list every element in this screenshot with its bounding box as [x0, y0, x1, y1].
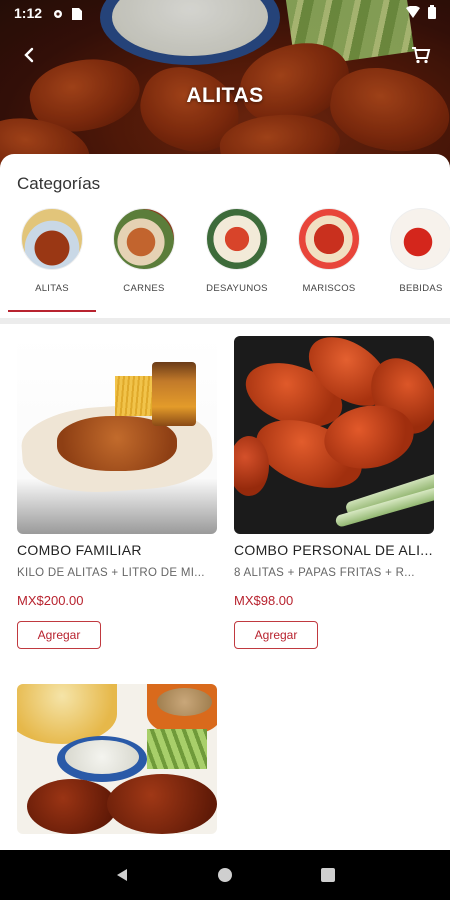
- nav-recents-icon[interactable]: [313, 860, 343, 890]
- gear-icon: [52, 7, 64, 19]
- category-mariscos[interactable]: MARISCOS: [284, 208, 374, 294]
- section-divider: [0, 318, 450, 324]
- product-price: MX$98.00: [234, 593, 294, 608]
- system-nav-bar: [0, 850, 450, 900]
- category-list: ALITAS CARNES DESAYUNOS MARISCOS BEBIDAS: [0, 208, 450, 316]
- category-alitas-image: [21, 208, 83, 270]
- category-mariscos-image: [298, 208, 360, 270]
- category-carnes[interactable]: CARNES: [99, 208, 189, 294]
- product-name: COMBO FAMILIAR: [17, 542, 142, 558]
- categories-heading: Categorías: [17, 174, 101, 193]
- add-to-cart-button[interactable]: Agregar: [17, 621, 101, 649]
- category-label: CARNES: [123, 283, 165, 294]
- selected-category-indicator: [8, 310, 96, 312]
- content-sheet: Categorías ALITAS CARNES DESAYUNOS MARIS…: [0, 154, 450, 850]
- back-arrow-icon: [22, 47, 36, 68]
- category-carnes-image: [113, 208, 175, 270]
- back-button[interactable]: [14, 42, 44, 72]
- category-alitas[interactable]: ALITAS: [7, 208, 97, 294]
- page-title: ALITAS: [186, 84, 264, 107]
- product-image: [17, 684, 217, 834]
- product-description: 8 ALITAS + PAPAS FRITAS + R...: [234, 567, 415, 579]
- battery-icon: [428, 4, 436, 22]
- product-description: KILO DE ALITAS + LITRO DE MI...: [17, 567, 205, 579]
- product-image: [17, 336, 217, 534]
- product-image: [234, 336, 434, 534]
- category-desayunos-image: [206, 208, 268, 270]
- product-name: COMBO PERSONAL DE ALI...: [234, 542, 433, 558]
- product-price: MX$200.00: [17, 593, 84, 608]
- status-time: 1:12: [14, 5, 43, 21]
- nav-home-icon[interactable]: [210, 860, 240, 890]
- product-card[interactable]: COMBO FAMILIAR KILO DE ALITAS + LITRO DE…: [17, 336, 217, 649]
- category-label: DESAYUNOS: [206, 283, 268, 294]
- nav-back-icon[interactable]: [107, 860, 137, 890]
- cart-button[interactable]: [406, 42, 436, 72]
- sim-card-icon: [72, 7, 84, 20]
- cart-icon: [411, 46, 431, 69]
- category-desayunos[interactable]: DESAYUNOS: [192, 208, 282, 294]
- status-bar: 1:12: [0, 0, 450, 26]
- wifi-icon: [406, 5, 420, 21]
- category-bebidas-image: [390, 208, 450, 270]
- add-to-cart-button[interactable]: Agregar: [234, 621, 318, 649]
- category-bebidas[interactable]: BEBIDAS: [376, 208, 450, 294]
- product-card[interactable]: [17, 684, 217, 834]
- category-label: BEBIDAS: [399, 283, 443, 294]
- category-label: MARISCOS: [302, 283, 356, 294]
- product-card[interactable]: COMBO PERSONAL DE ALI... 8 ALITAS + PAPA…: [234, 336, 434, 649]
- category-label: ALITAS: [35, 283, 69, 294]
